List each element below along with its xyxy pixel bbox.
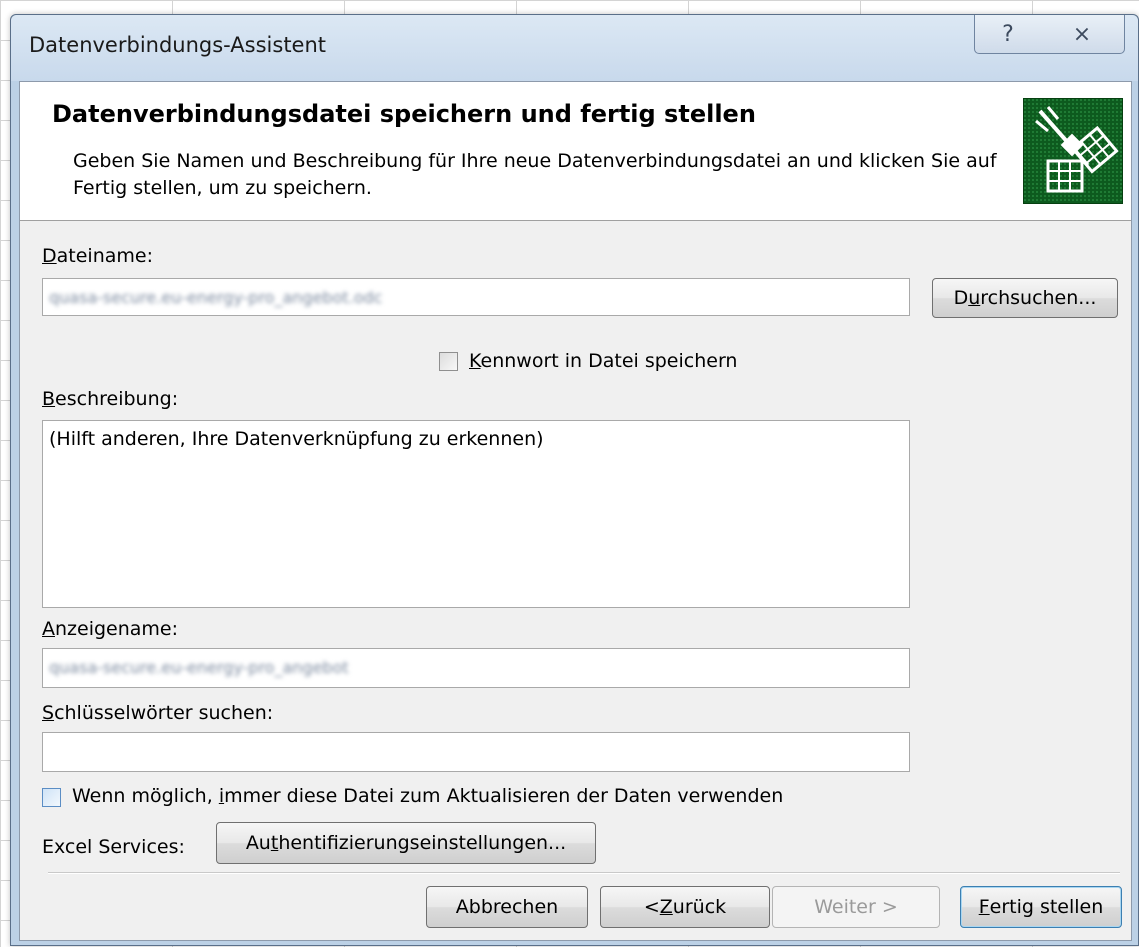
filename-input[interactable]: quasa-secure.eu-energy-pro_angebot.odc: [42, 278, 910, 316]
keywords-label-text: chlüsselwörter suchen:: [54, 702, 274, 724]
back-label-post: urück: [672, 896, 727, 918]
always-use-file-label[interactable]: Wenn möglich, immer diese Datei zum Aktu…: [72, 785, 783, 807]
auth-label-post: hentifizierungseinstellungen...: [278, 832, 567, 854]
description-value: (Hilft anderen, Ihre Datenverknüpfung zu…: [49, 428, 544, 450]
close-button[interactable]: ⨯: [1040, 15, 1125, 54]
back-label-accesskey: Z: [659, 896, 673, 918]
back-label-pre: <: [643, 896, 660, 918]
browse-label-pre: D: [953, 287, 969, 309]
cancel-label: Abbrechen: [455, 896, 559, 918]
data-connection-wizard-dialog: Datenverbindungs-Assistent ? ⨯ Datenverb…: [10, 14, 1139, 946]
always-use-text-post: mmer diese Datei zum Aktualisieren der D…: [224, 785, 784, 807]
filename-label: Dateiname:: [42, 245, 153, 267]
save-password-accesskey: K: [469, 350, 481, 372]
excel-services-label: Excel Services:: [42, 836, 185, 858]
save-password-text: ennwort in Datei speichern: [480, 350, 738, 372]
save-password-checkbox[interactable]: [439, 352, 458, 371]
page-description: Geben Sie Namen und Beschreibung für Ihr…: [73, 150, 997, 199]
display-name-input[interactable]: quasa-secure.eu-energy-pro_angebot: [42, 648, 910, 688]
finish-label-accesskey: F: [978, 896, 990, 918]
browse-label-accesskey: u: [968, 287, 981, 309]
display-name-label: Anzeigename:: [42, 618, 178, 640]
browse-label-post: rchsuchen...: [980, 287, 1097, 309]
description-label-text: eschreibung:: [55, 388, 179, 410]
window-title: Datenverbindungs-Assistent: [29, 33, 327, 57]
finish-button[interactable]: Fertig stellen: [960, 886, 1122, 928]
next-button[interactable]: Weiter >: [772, 886, 940, 928]
description-label: Beschreibung:: [42, 388, 178, 410]
footer-separator: [48, 872, 1120, 874]
title-bar: Datenverbindungs-Assistent ? ⨯: [11, 15, 1138, 81]
help-icon: ?: [1002, 21, 1014, 47]
auth-label-pre: Au: [245, 832, 271, 854]
filename-label-accesskey: D: [42, 245, 57, 267]
save-password-label[interactable]: Kennwort in Datei speichern: [469, 350, 737, 372]
description-label-accesskey: B: [42, 388, 56, 410]
description-textarea[interactable]: (Hilft anderen, Ihre Datenverknüpfung zu…: [42, 420, 910, 608]
close-icon: ⨯: [1072, 21, 1092, 47]
browse-button[interactable]: Du rchsuchen...: [932, 278, 1118, 318]
back-button[interactable]: < Zurück: [600, 886, 770, 928]
filename-label-text: ateiname:: [56, 245, 153, 267]
auth-label-accesskey: t: [270, 832, 279, 854]
cancel-button[interactable]: Abbrechen: [426, 886, 588, 928]
display-name-value: quasa-secure.eu-energy-pro_angebot: [49, 658, 349, 677]
keywords-label-accesskey: S: [42, 702, 55, 724]
keywords-label: Schlüsselwörter suchen:: [42, 702, 273, 724]
always-use-file-checkbox[interactable]: [42, 788, 61, 807]
display-name-label-text: nzeigename:: [55, 618, 179, 640]
authentication-settings-button[interactable]: Au t hentifizierungseinstellungen...: [216, 822, 596, 864]
keywords-input[interactable]: [42, 732, 910, 772]
always-use-text-pre: Wenn möglich,: [72, 785, 219, 807]
help-button[interactable]: ?: [974, 15, 1042, 54]
finish-label-post: ertig stellen: [989, 896, 1104, 918]
data-connection-graphic-icon: [1023, 98, 1123, 204]
wizard-header: Datenverbindungsdatei speichern und fert…: [20, 82, 1131, 221]
filename-value: quasa-secure.eu-energy-pro_angebot.odc: [49, 288, 383, 307]
next-label: Weiter >: [814, 896, 898, 918]
dialog-client-area: Datenverbindungsdatei speichern und fert…: [19, 81, 1132, 941]
page-title: Datenverbindungsdatei speichern und fert…: [52, 100, 756, 128]
display-name-label-accesskey: A: [42, 618, 55, 640]
